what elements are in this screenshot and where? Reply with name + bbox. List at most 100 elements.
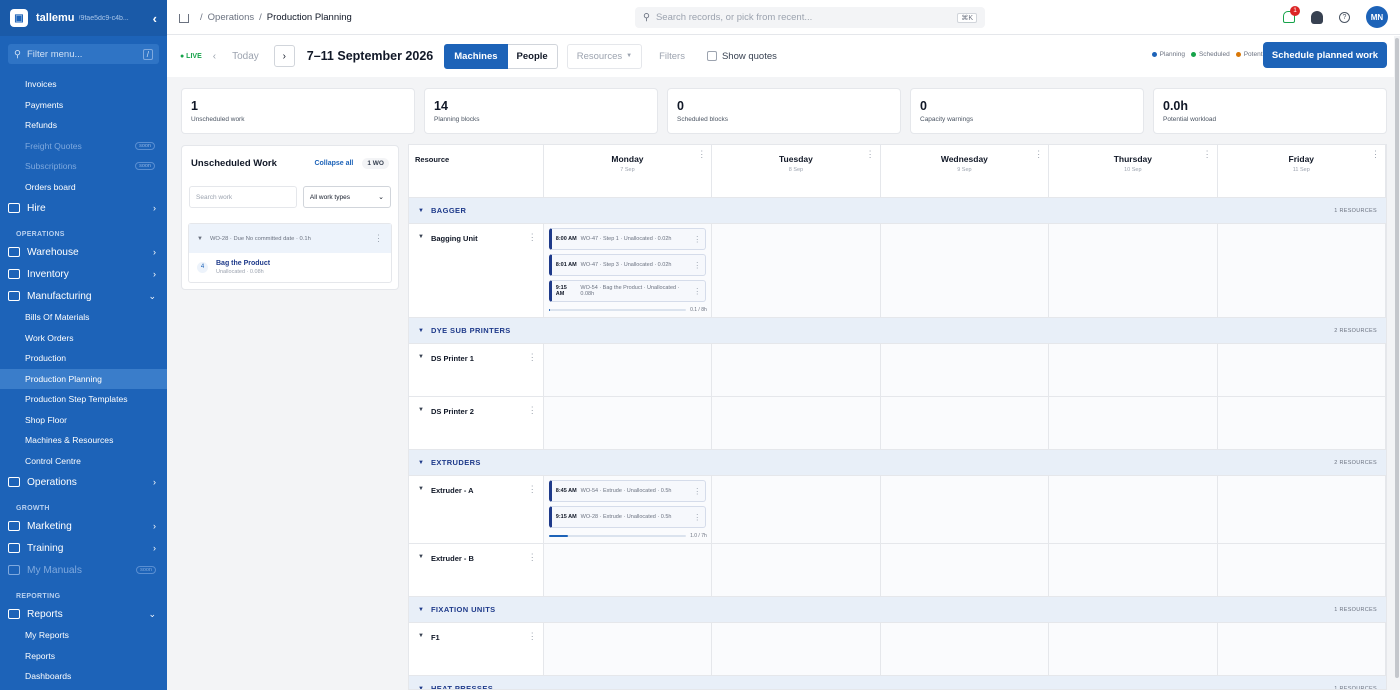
more-options-icon[interactable]: ⋮ (693, 261, 701, 270)
sidebar-group-reports[interactable]: Reports ⌄ (0, 603, 167, 625)
schedule-cell[interactable] (712, 224, 881, 317)
schedule-cell[interactable] (712, 397, 881, 449)
more-options-icon[interactable]: ⋮ (1034, 149, 1043, 160)
schedule-cell[interactable] (543, 544, 713, 596)
today-button[interactable]: Today (232, 51, 259, 62)
sidebar-group-manufacturing[interactable]: Manufacturing ⌄ (0, 285, 167, 307)
sidebar-group-hire[interactable]: Hire › (0, 197, 167, 219)
chevron-down-icon[interactable]: ▼ (418, 686, 424, 690)
resource-group-header[interactable]: ▼ FIXATION UNITS 1 RESOURCES (409, 597, 1386, 623)
schedule-cell[interactable] (1217, 544, 1386, 596)
resource-group-header[interactable]: ▼ HEAT PRESSES 1 RESOURCES (409, 676, 1386, 690)
sidebar-item-production-planning[interactable]: Production Planning (0, 368, 167, 389)
show-quotes-checkbox[interactable]: Show quotes (706, 51, 777, 62)
resource-group-header[interactable]: ▼ BAGGER 1 RESOURCES (409, 198, 1386, 224)
more-options-icon[interactable]: ⋮ (528, 631, 537, 642)
more-options-icon[interactable]: ⋮ (1203, 149, 1212, 160)
previous-week-button[interactable]: ‹ (213, 51, 216, 62)
more-options-icon[interactable]: ⋮ (693, 487, 701, 496)
planning-block[interactable]: 8:00 AM WO-47 · Step 1 · Unallocated · 0.… (548, 228, 707, 250)
more-options-icon[interactable]: ⋮ (866, 149, 875, 160)
schedule-cell[interactable] (880, 344, 1050, 396)
sidebar-item-subscriptions[interactable]: Subscriptions soon (0, 156, 167, 177)
notifications-bell-icon[interactable]: 1 (1283, 6, 1300, 23)
chevron-down-icon[interactable]: ▼ (418, 234, 424, 240)
schedule-cell[interactable] (880, 476, 1050, 543)
planning-block[interactable]: 8:45 AM WO-54 · Extrude · Unallocated · 0… (548, 480, 707, 502)
chevron-down-icon[interactable]: ▼ (418, 407, 424, 413)
more-options-icon[interactable]: ⋮ (528, 352, 537, 363)
chevron-down-icon[interactable]: ▼ (418, 554, 424, 560)
sidebar-item-production[interactable]: Production (0, 348, 167, 369)
user-avatar[interactable]: MN (1366, 6, 1388, 28)
breadcrumb-operations[interactable]: Operations (208, 12, 254, 23)
people-view-button[interactable]: People (507, 43, 558, 69)
sidebar-group-warehouse[interactable]: Warehouse › (0, 241, 167, 263)
schedule-cell[interactable] (543, 397, 713, 449)
sidebar-item-machines-resources[interactable]: Machines & Resources (0, 430, 167, 451)
schedule-cell[interactable] (543, 344, 713, 396)
planning-block[interactable]: 8:01 AM WO-47 · Step 3 · Unallocated · 0.… (548, 254, 707, 276)
schedule-cell[interactable] (1049, 344, 1218, 396)
scrollbar-thumb[interactable] (1395, 38, 1399, 678)
schedule-cell[interactable] (1049, 224, 1218, 317)
sidebar-group-operations[interactable]: Operations › (0, 471, 167, 493)
sidebar-item-freight-quotes[interactable]: Freight Quotes soon (0, 136, 167, 157)
global-search-input[interactable]: ⚲ Search records, or pick from recent...… (635, 7, 985, 28)
chevron-down-icon[interactable]: ▼ (418, 328, 424, 334)
sidebar-item-reports[interactable]: Reports (0, 646, 167, 667)
sidebar-item-control-centre[interactable]: Control Centre (0, 451, 167, 472)
chevron-down-icon[interactable]: ▼ (418, 486, 424, 492)
resource-group-header[interactable]: ▼ DYE SUB PRINTERS 2 RESOURCES (409, 318, 1386, 344)
schedule-cell[interactable] (1217, 623, 1386, 675)
schedule-cell[interactable] (712, 623, 881, 675)
wo-step-item[interactable]: 4 Bag the Product Unallocated · 0.08h (189, 253, 391, 282)
chevron-down-icon[interactable]: ▼ (418, 208, 424, 214)
more-options-icon[interactable]: ⋮ (374, 233, 383, 244)
schedule-cell[interactable] (1049, 397, 1218, 449)
more-options-icon[interactable]: ⋮ (1371, 149, 1380, 160)
schedule-cell[interactable] (1217, 224, 1386, 317)
search-work-input[interactable]: Search work (189, 186, 297, 208)
schedule-cell[interactable] (1049, 623, 1218, 675)
schedule-cell[interactable] (712, 344, 881, 396)
schedule-cell[interactable] (1049, 476, 1218, 543)
sidebar-group-marketing[interactable]: Marketing › (0, 515, 167, 537)
schedule-cell[interactable] (712, 544, 881, 596)
collapse-all-button[interactable]: Collapse all (314, 160, 353, 167)
chevron-down-icon[interactable]: ▼ (418, 354, 424, 360)
chevron-down-icon[interactable]: ▼ (197, 236, 203, 242)
chevron-down-icon[interactable]: ▼ (418, 607, 424, 613)
work-order-card[interactable]: ▼ WO-28 · Due No committed date · 0.1h ⋮… (188, 223, 392, 283)
schedule-cell[interactable] (880, 544, 1050, 596)
filter-menu-input[interactable]: ⚲ Filter menu... / (8, 44, 159, 64)
sidebar-group-inventory[interactable]: Inventory › (0, 263, 167, 285)
schedule-planned-work-button[interactable]: Schedule planned work (1262, 42, 1387, 68)
sidebar-group-my-manuals[interactable]: My Manuals soon (0, 559, 167, 581)
sidebar-item-dashboards[interactable]: Dashboards (0, 666, 167, 687)
more-options-icon[interactable]: ⋮ (528, 405, 537, 416)
sidebar-item-work-orders[interactable]: Work Orders (0, 328, 167, 349)
page-scrollbar[interactable] (1394, 36, 1400, 690)
collapse-sidebar-icon[interactable]: ‹ (153, 11, 157, 26)
sidebar-item-production-step-templates[interactable]: Production Step Templates (0, 389, 167, 410)
schedule-cell[interactable] (712, 476, 881, 543)
home-icon[interactable] (179, 13, 189, 23)
planning-block[interactable]: 9:15 AM WO-28 · Extrude · Unallocated · 0… (548, 506, 707, 528)
planning-block[interactable]: 9:15 AM WO-54 · Bag the Product · Unalloc… (548, 280, 707, 302)
chevron-down-icon[interactable]: ▼ (418, 633, 424, 639)
sidebar-item-orders-board[interactable]: Orders board (0, 177, 167, 198)
schedule-cell[interactable] (1049, 544, 1218, 596)
schedule-cell[interactable] (880, 623, 1050, 675)
sidebar-item-my-reports[interactable]: My Reports (0, 625, 167, 646)
user-switch-icon[interactable] (1311, 10, 1323, 24)
filters-button[interactable]: Filters (659, 51, 685, 62)
sidebar-item-invoices[interactable]: Invoices (0, 74, 167, 95)
chevron-down-icon[interactable]: ▼ (418, 460, 424, 466)
sidebar-item-payments[interactable]: Payments (0, 95, 167, 116)
work-type-select[interactable]: All work types ⌄ (302, 186, 391, 208)
next-week-button[interactable]: › (273, 45, 295, 67)
schedule-cell[interactable] (1217, 397, 1386, 449)
more-options-icon[interactable]: ⋮ (693, 235, 701, 244)
schedule-cell[interactable] (1217, 344, 1386, 396)
